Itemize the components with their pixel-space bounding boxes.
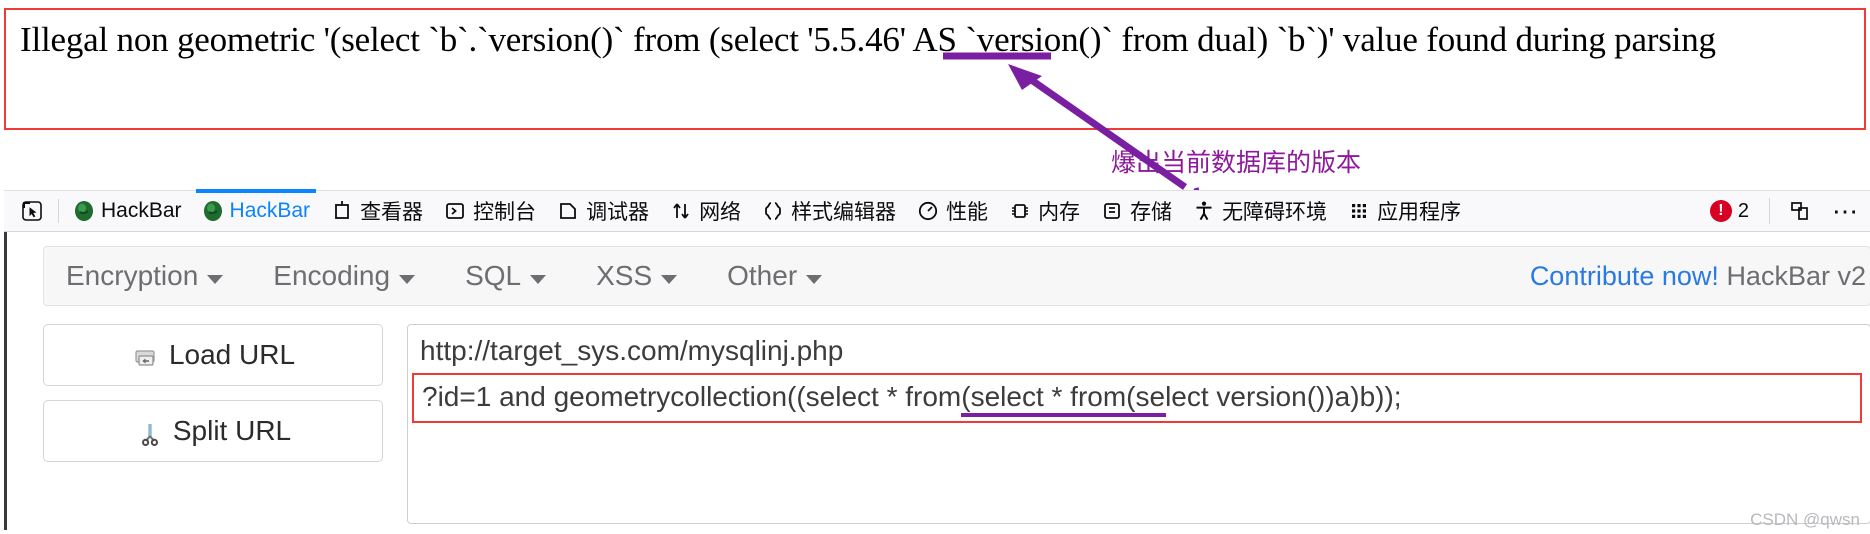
- chevron-down-icon: [661, 274, 678, 284]
- console-icon: [443, 199, 467, 223]
- error-count-label: 2: [1737, 199, 1749, 222]
- payload-underline-marker: [961, 413, 1166, 417]
- toolbar-divider: [58, 199, 59, 223]
- toolbar-divider-right: [1769, 198, 1770, 224]
- menu-encryption[interactable]: Encryption: [66, 260, 245, 292]
- responsive-design-mode-button[interactable]: [1778, 190, 1822, 232]
- tab-hackbar-1[interactable]: HackBar: [63, 190, 192, 232]
- tab-label: HackBar: [101, 199, 182, 222]
- inspector-icon: [330, 199, 354, 223]
- accessibility-icon: [1192, 199, 1216, 223]
- sql-error-text: Illegal non geometric '(select `b`.`vers…: [20, 20, 1716, 59]
- menu-label: Other: [727, 260, 798, 291]
- button-label: Split URL: [172, 415, 292, 446]
- split-url-scissors-icon: [135, 419, 159, 446]
- contribute-area: Contribute now! HackBar v2: [1530, 261, 1870, 292]
- style-editor-icon: [761, 199, 785, 223]
- error-count-badge[interactable]: ! 2: [1698, 200, 1761, 223]
- tab-application[interactable]: 应用程序: [1337, 190, 1471, 232]
- network-icon: [669, 199, 693, 223]
- hackbar-menubar: Encryption Encoding SQL XSS Other Contri…: [43, 246, 1870, 306]
- tab-network[interactable]: 网络: [659, 190, 751, 232]
- split-url-button[interactable]: Split URL: [43, 400, 383, 462]
- hackbar-logo-icon: [73, 200, 95, 222]
- payload-highlight-box: ?id=1 and geometrycollection((select * f…: [412, 373, 1862, 423]
- tab-label: 样式编辑器: [791, 201, 897, 224]
- tab-memory[interactable]: 内存: [998, 190, 1090, 232]
- payload-input[interactable]: ?id=1 and geometrycollection((select * f…: [422, 381, 1402, 417]
- annotation-label: 爆出当前数据库的版本: [1111, 149, 1362, 177]
- chevron-down-icon: [530, 274, 547, 284]
- tab-label: 存储: [1130, 201, 1173, 224]
- tab-label: 无障碍环境: [1222, 201, 1328, 224]
- debugger-icon: [556, 199, 580, 223]
- chevron-down-icon: [399, 274, 416, 284]
- chevron-down-icon: [207, 274, 224, 284]
- tab-hackbar-2[interactable]: HackBar: [192, 189, 321, 232]
- tab-storage[interactable]: 存储: [1090, 190, 1182, 232]
- menu-other[interactable]: Other: [727, 260, 844, 292]
- hackbar-body: Load URL Split URL http://target_sys.com…: [43, 324, 1870, 524]
- load-url-button[interactable]: Load URL: [43, 324, 383, 386]
- menu-label: Encoding: [273, 260, 391, 291]
- menu-label: XSS: [596, 260, 653, 291]
- menu-xss[interactable]: XSS: [596, 260, 699, 292]
- tab-label: 调试器: [586, 201, 650, 224]
- sql-error-banner: Illegal non geometric '(select `b`.`vers…: [4, 8, 1866, 130]
- performance-icon: [916, 199, 940, 223]
- hackbar-panel: Encryption Encoding SQL XSS Other Contri…: [4, 232, 1870, 530]
- memory-icon: [1008, 199, 1032, 223]
- tab-label: HackBar: [229, 199, 311, 222]
- application-icon: [1347, 199, 1371, 223]
- tab-label: 网络: [699, 201, 742, 224]
- chevron-down-icon: [806, 274, 823, 284]
- menu-label: SQL: [465, 260, 522, 291]
- url-input[interactable]: http://target_sys.com/mysqlinj.php: [408, 331, 1870, 373]
- element-picker-button[interactable]: [10, 190, 54, 232]
- contribute-link[interactable]: Contribute now!: [1530, 261, 1719, 291]
- hackbar-logo-icon: [202, 200, 224, 222]
- button-label: Load URL: [168, 339, 296, 370]
- more-options-icon[interactable]: ⋯: [1822, 196, 1870, 227]
- tab-inspector[interactable]: 查看器: [320, 190, 433, 232]
- hackbar-request-editor[interactable]: http://target_sys.com/mysqlinj.php ?id=1…: [407, 324, 1870, 524]
- devtools-toolbar: HackBar HackBar 查看器 控制台 调试器 网络 样式编辑器 性能 …: [4, 189, 1870, 232]
- tab-style-editor[interactable]: 样式编辑器: [751, 190, 906, 232]
- hackbar-version-label: HackBar v2: [1726, 260, 1866, 291]
- hackbar-button-column: Load URL Split URL: [43, 324, 383, 524]
- payload-text: ?id=1 and geometrycollection((select * f…: [422, 381, 1402, 412]
- menu-sql[interactable]: SQL: [465, 260, 568, 292]
- tab-label: 内存: [1038, 201, 1081, 224]
- element-picker-icon: [20, 199, 44, 223]
- tab-accessibility[interactable]: 无障碍环境: [1182, 190, 1337, 232]
- screenshot-root: Illegal non geometric '(select `b`.`vers…: [0, 0, 1870, 534]
- tab-performance[interactable]: 性能: [906, 190, 998, 232]
- menu-encoding[interactable]: Encoding: [273, 260, 437, 292]
- load-url-icon: [131, 343, 155, 367]
- storage-icon: [1100, 199, 1124, 223]
- menu-label: Encryption: [66, 260, 199, 291]
- watermark: CSDN @qwsn: [1750, 510, 1860, 529]
- tab-console[interactable]: 控制台: [433, 190, 546, 232]
- tab-label: 控制台: [473, 201, 537, 224]
- tab-label: 性能: [946, 201, 989, 224]
- error-icon: !: [1709, 200, 1732, 222]
- tab-label: 查看器: [360, 201, 424, 224]
- tab-label: 应用程序: [1377, 201, 1462, 224]
- responsive-design-mode-icon: [1788, 199, 1812, 223]
- tab-debugger[interactable]: 调试器: [546, 190, 659, 232]
